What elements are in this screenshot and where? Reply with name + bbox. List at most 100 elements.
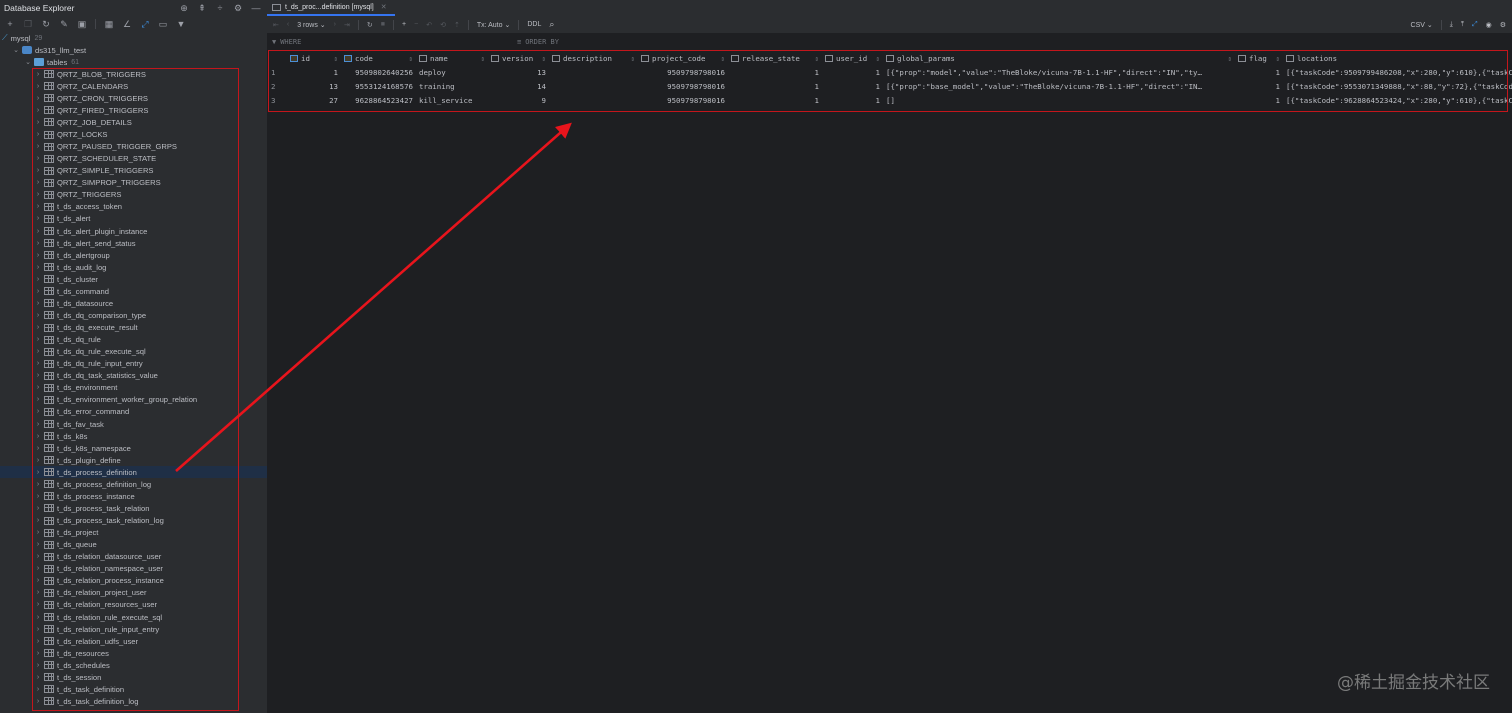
- chevron-right-icon[interactable]: ›: [34, 396, 42, 403]
- table-item[interactable]: › QRTZ_TRIGGERS: [0, 189, 267, 201]
- table-item[interactable]: › t_ds_relation_datasource_user: [0, 551, 267, 563]
- table-item[interactable]: › QRTZ_SCHEDULER_STATE: [0, 153, 267, 165]
- chevron-right-icon[interactable]: ›: [34, 638, 42, 645]
- cell-code[interactable]: 9628864523427: [341, 96, 416, 105]
- stop-icon[interactable]: ■: [381, 21, 385, 28]
- sort-icon[interactable]: ⇕: [481, 54, 485, 63]
- chevron-right-icon[interactable]: ›: [34, 131, 42, 138]
- chevron-right-icon[interactable]: ›: [34, 179, 42, 186]
- table-item[interactable]: › t_ds_dq_rule: [0, 334, 267, 346]
- column-header-locations[interactable]: locations⇕: [1283, 54, 1512, 63]
- view-options-icon[interactable]: ◉: [1486, 21, 1492, 29]
- order-by-filter[interactable]: ≡ ORDER BY: [517, 38, 559, 46]
- chevron-right-icon[interactable]: ›: [34, 529, 42, 536]
- chevron-right-icon[interactable]: ›: [34, 300, 42, 307]
- cell-global-params[interactable]: [{"prop":"model","value":"TheBloke/vicun…: [883, 68, 1235, 77]
- table-item[interactable]: › QRTZ_PAUSED_TRIGGER_GRPS: [0, 141, 267, 153]
- cell-id[interactable]: 13: [287, 82, 341, 91]
- chevron-right-icon[interactable]: ›: [34, 481, 42, 488]
- cell-locations[interactable]: [{"taskCode":9628864523424,"x":280,"y":6…: [1283, 96, 1512, 105]
- chevron-right-icon[interactable]: ›: [34, 614, 42, 621]
- sort-icon[interactable]: ⇕: [334, 54, 338, 63]
- chevron-right-icon[interactable]: ›: [34, 469, 42, 476]
- chevron-right-icon[interactable]: ›: [34, 203, 42, 210]
- chevron-right-icon[interactable]: ›: [34, 421, 42, 428]
- column-header-description[interactable]: description ⇕: [549, 54, 638, 63]
- rows-selector[interactable]: 3 rows ⌄: [297, 21, 325, 29]
- cell-name[interactable]: kill_service: [416, 96, 488, 105]
- cell-project-code[interactable]: 9509798798016: [638, 68, 728, 77]
- filter-icon[interactable]: ▼: [176, 19, 186, 29]
- chevron-right-icon[interactable]: ›: [34, 240, 42, 247]
- table-item[interactable]: › QRTZ_SIMPLE_TRIGGERS: [0, 165, 267, 177]
- chevron-right-icon[interactable]: ›: [34, 650, 42, 657]
- column-header-release-state[interactable]: release_state ⇕: [728, 54, 822, 63]
- table-item[interactable]: › QRTZ_CRON_TRIGGERS: [0, 92, 267, 104]
- sort-icon[interactable]: ⇕: [721, 54, 725, 63]
- chevron-down-icon[interactable]: ⌄: [12, 46, 20, 54]
- chevron-right-icon[interactable]: ›: [34, 565, 42, 572]
- chevron-right-icon[interactable]: ›: [34, 155, 42, 162]
- cell-flag[interactable]: 1: [1235, 96, 1283, 105]
- cell-name[interactable]: deploy: [416, 68, 488, 77]
- chevron-right-icon[interactable]: ›: [34, 505, 42, 512]
- chevron-right-icon[interactable]: ›: [34, 252, 42, 259]
- chevron-right-icon[interactable]: ›: [34, 384, 42, 391]
- cell-code[interactable]: 9509802640256: [341, 68, 416, 77]
- column-header-user-id[interactable]: user_id ⇕: [822, 54, 883, 63]
- cell-user-id[interactable]: 1: [822, 68, 883, 77]
- chevron-right-icon[interactable]: ›: [34, 215, 42, 222]
- chevron-right-icon[interactable]: ›: [34, 674, 42, 681]
- chevron-right-icon[interactable]: ›: [34, 107, 42, 114]
- chevron-right-icon[interactable]: ›: [34, 276, 42, 283]
- table-icon[interactable]: ▦: [104, 19, 114, 30]
- table-item[interactable]: › QRTZ_CALENDARS: [0, 80, 267, 92]
- cell-flag[interactable]: 1: [1235, 68, 1283, 77]
- cell-flag[interactable]: 1: [1235, 82, 1283, 91]
- add-row-icon[interactable]: +: [402, 21, 406, 28]
- chevron-right-icon[interactable]: ›: [34, 264, 42, 271]
- cell-name[interactable]: training: [416, 82, 488, 91]
- table-item[interactable]: › t_ds_relation_namespace_user: [0, 563, 267, 575]
- table-item[interactable]: › QRTZ_JOB_DETAILS: [0, 116, 267, 128]
- sort-icon[interactable]: ⇕: [876, 54, 880, 63]
- chevron-right-icon[interactable]: ›: [34, 143, 42, 150]
- table-item[interactable]: › t_ds_fav_task: [0, 418, 267, 430]
- table-item[interactable]: › t_ds_process_definition_log: [0, 478, 267, 490]
- table-item[interactable]: › t_ds_alert_plugin_instance: [0, 225, 267, 237]
- chevron-right-icon[interactable]: ›: [34, 577, 42, 584]
- chevron-right-icon[interactable]: ›: [34, 191, 42, 198]
- cell-global-params[interactable]: [{"prop":"base_model","value":"TheBloke/…: [883, 82, 1235, 91]
- cell-release-state[interactable]: 1: [728, 82, 822, 91]
- cell-id[interactable]: 1: [287, 68, 341, 77]
- chevron-down-icon[interactable]: ⌄: [24, 58, 32, 66]
- cell-user-id[interactable]: 1: [822, 96, 883, 105]
- ddl-button[interactable]: DDL: [527, 21, 541, 28]
- tx-mode-selector[interactable]: Tx: Auto ⌄: [477, 21, 511, 29]
- upload-icon[interactable]: ⤒: [1461, 21, 1464, 29]
- table-item[interactable]: › t_ds_dq_task_statistics_value: [0, 370, 267, 382]
- tree-tables-folder[interactable]: ⌄ tables 61: [0, 56, 267, 68]
- cell-global-params[interactable]: []: [883, 96, 1235, 105]
- table-item[interactable]: › QRTZ_FIRED_TRIGGERS: [0, 104, 267, 116]
- table-item[interactable]: › t_ds_access_token: [0, 201, 267, 213]
- expand-all-icon[interactable]: ⇞: [197, 3, 207, 14]
- chevron-right-icon[interactable]: ›: [34, 541, 42, 548]
- gear-icon[interactable]: ⚙: [1500, 21, 1506, 29]
- revert-all-icon[interactable]: ⟲: [440, 21, 446, 29]
- table-item[interactable]: › t_ds_session: [0, 671, 267, 683]
- chevron-right-icon[interactable]: ›: [34, 686, 42, 693]
- table-item[interactable]: › t_ds_command: [0, 285, 267, 297]
- where-filter[interactable]: ▼ WHERE: [272, 38, 517, 46]
- cell-locations[interactable]: [{"taskCode":9509799486208,"x":280,"y":6…: [1283, 68, 1512, 77]
- cell-version[interactable]: 14: [488, 82, 549, 91]
- cell-release-state[interactable]: 1: [728, 96, 822, 105]
- column-header-version[interactable]: version ⇕: [488, 54, 549, 63]
- table-item[interactable]: › t_ds_dq_execute_result: [0, 322, 267, 334]
- column-header-flag[interactable]: flag ⇕: [1235, 54, 1283, 63]
- table-row[interactable]: 3 27 9628864523427 kill_service 9 95097987980…: [267, 93, 1512, 107]
- minimize-icon[interactable]: —: [251, 3, 261, 13]
- properties-icon[interactable]: ✎: [59, 19, 69, 30]
- tab-process-definition[interactable]: t_ds_proc...definition [mysql] ✕: [267, 0, 395, 16]
- chevron-right-icon[interactable]: ›: [34, 324, 42, 331]
